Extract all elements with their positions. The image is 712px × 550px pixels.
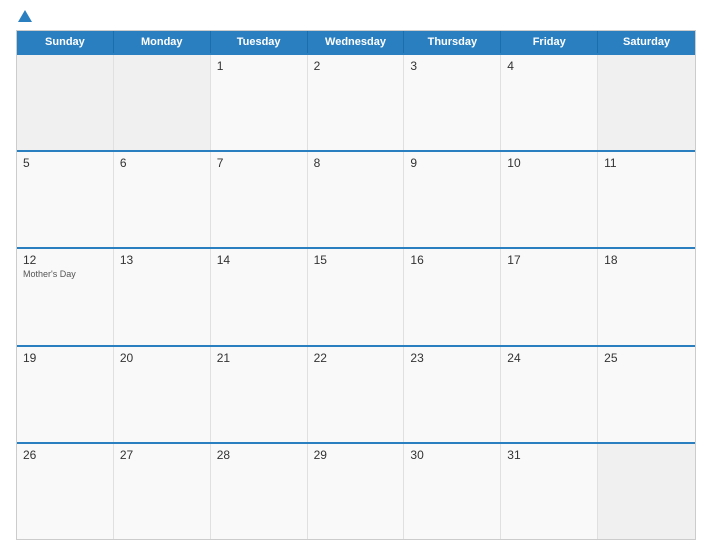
day-number: 4 [507,59,591,73]
day-number: 27 [120,448,204,462]
calendar-week-row: 26 27 28 29 30 31 [17,442,695,539]
calendar-day-cell: 1 [211,55,308,150]
day-number: 31 [507,448,591,462]
calendar-week-row: 12 Mother's Day 13 14 15 16 17 18 [17,247,695,344]
calendar: SundayMondayTuesdayWednesdayThursdayFrid… [16,30,696,540]
calendar-header: SundayMondayTuesdayWednesdayThursdayFrid… [17,31,695,53]
day-of-week-header: Monday [114,31,211,53]
day-number: 14 [217,253,301,267]
calendar-day-cell: 21 [211,347,308,442]
calendar-day-cell: 5 [17,152,114,247]
calendar-day-cell: 25 [598,347,695,442]
calendar-day-cell [114,55,211,150]
calendar-day-cell: 27 [114,444,211,539]
calendar-week-row: 19 20 21 22 23 24 25 [17,345,695,442]
calendar-day-cell: 16 [404,249,501,344]
calendar-day-cell: 22 [308,347,405,442]
day-number: 1 [217,59,301,73]
calendar-day-cell: 19 [17,347,114,442]
calendar-day-cell [598,55,695,150]
calendar-day-cell [17,55,114,150]
day-number: 16 [410,253,494,267]
day-number: 22 [314,351,398,365]
day-number: 28 [217,448,301,462]
day-number: 5 [23,156,107,170]
calendar-day-cell: 18 [598,249,695,344]
day-of-week-header: Thursday [404,31,501,53]
day-number: 18 [604,253,689,267]
day-number: 10 [507,156,591,170]
calendar-day-cell: 4 [501,55,598,150]
day-of-week-header: Wednesday [308,31,405,53]
calendar-week-row: 56789 10 11 [17,150,695,247]
calendar-day-cell: 31 [501,444,598,539]
calendar-day-cell: 23 [404,347,501,442]
day-number: 21 [217,351,301,365]
calendar-day-cell: 7 [211,152,308,247]
day-of-week-header: Tuesday [211,31,308,53]
calendar-day-cell: 28 [211,444,308,539]
day-number: 7 [217,156,301,170]
day-number: 23 [410,351,494,365]
day-number: 8 [314,156,398,170]
calendar-day-cell: 3 [404,55,501,150]
calendar-day-cell: 14 [211,249,308,344]
page: SundayMondayTuesdayWednesdayThursdayFrid… [0,0,712,550]
calendar-body: 123456789101112Mother's Day1314151617181… [17,53,695,539]
calendar-day-cell: 6 [114,152,211,247]
day-number: 2 [314,59,398,73]
day-of-week-header: Saturday [598,31,695,53]
calendar-day-cell: 2 [308,55,405,150]
day-number: 29 [314,448,398,462]
day-number: 13 [120,253,204,267]
day-number: 24 [507,351,591,365]
calendar-day-cell: 13 [114,249,211,344]
calendar-day-cell: 20 [114,347,211,442]
day-event-label: Mother's Day [23,269,107,279]
day-number: 15 [314,253,398,267]
calendar-day-cell: 12 Mother's Day [17,249,114,344]
day-number: 3 [410,59,494,73]
calendar-day-cell: 30 [404,444,501,539]
day-number: 20 [120,351,204,365]
calendar-day-cell: 15 [308,249,405,344]
calendar-day-cell: 26 [17,444,114,539]
calendar-day-cell [598,444,695,539]
day-number: 25 [604,351,689,365]
calendar-day-cell: 8 [308,152,405,247]
day-number: 9 [410,156,494,170]
day-of-week-header: Sunday [17,31,114,53]
logo [16,10,32,22]
calendar-day-cell: 29 [308,444,405,539]
header [16,10,696,22]
calendar-day-cell: 10 [501,152,598,247]
calendar-week-row: 1234 [17,53,695,150]
day-number: 17 [507,253,591,267]
day-number: 26 [23,448,107,462]
day-number: 11 [604,156,689,170]
calendar-day-cell: 11 [598,152,695,247]
day-number: 19 [23,351,107,365]
logo-triangle-icon [18,10,32,22]
calendar-day-cell: 9 [404,152,501,247]
day-number: 12 [23,253,107,267]
calendar-day-cell: 17 [501,249,598,344]
calendar-day-cell: 24 [501,347,598,442]
day-number: 30 [410,448,494,462]
logo-blue-text [16,10,32,22]
day-of-week-header: Friday [501,31,598,53]
day-number: 6 [120,156,204,170]
